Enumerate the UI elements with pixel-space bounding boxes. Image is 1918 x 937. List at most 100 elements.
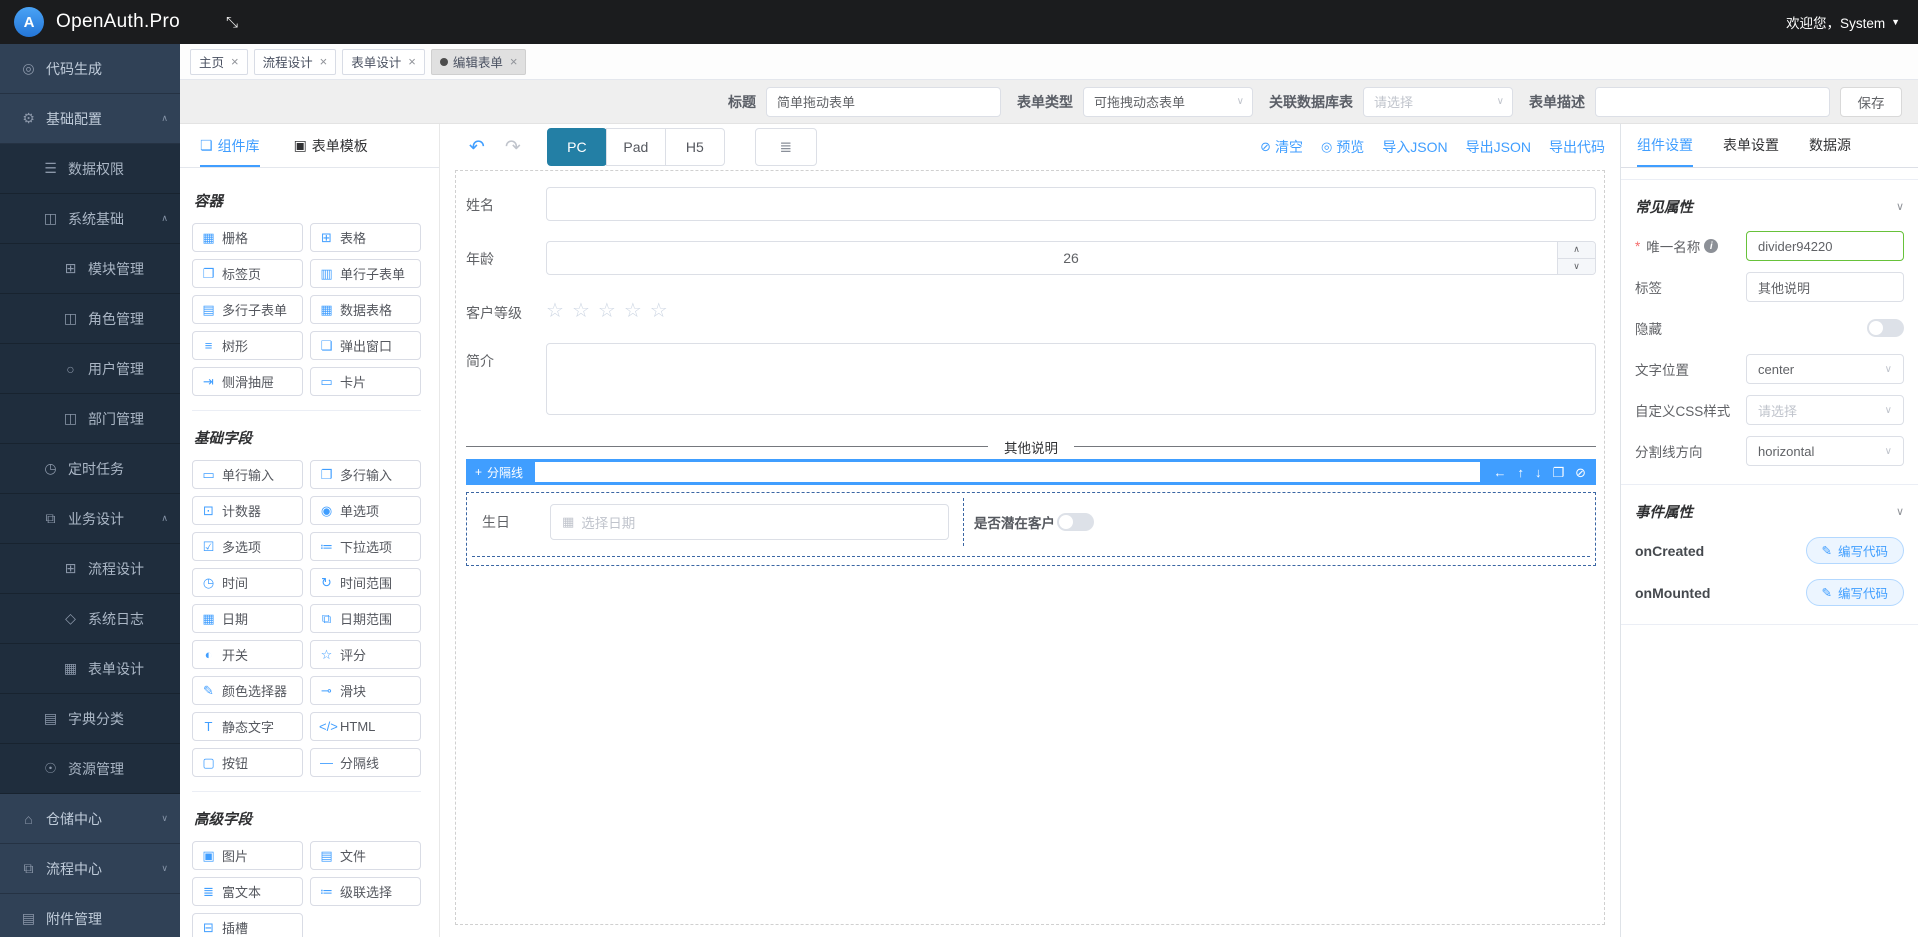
component-item-单选项[interactable]: ◉单选项 [310,496,421,525]
prop-input-唯一名称[interactable]: divider94220 [1746,231,1904,261]
sidebar-item-form-design[interactable]: ▦表单设计 [0,644,180,694]
field-row-name[interactable]: 姓名 [466,187,1596,221]
move-down-icon[interactable]: ↓ [1535,466,1542,479]
component-item-颜色选择器[interactable]: ✎颜色选择器 [192,676,303,705]
redo-icon[interactable]: ↷ [505,136,521,159]
action-preview[interactable]: ◎预览 [1321,137,1364,157]
age-number-input[interactable]: 26 ∧ ∨ [546,241,1596,275]
component-item-静态文字[interactable]: T静态文字 [192,712,303,741]
component-item-按钮[interactable]: ▢按钮 [192,748,303,777]
close-icon[interactable]: × [408,54,416,69]
outline-tree-button[interactable]: ≣ [755,128,817,166]
sidebar-item-resource-mgmt[interactable]: ☉资源管理 [0,744,180,794]
star-icon[interactable]: ☆ [598,301,616,321]
prop-input-标签[interactable]: 其他说明 [1746,272,1904,302]
component-item-时间范围[interactable]: ↻时间范围 [310,568,421,597]
chevron-down-icon[interactable]: ∨ [1896,200,1904,213]
prop-select-文字位置[interactable]: center∨ [1746,354,1904,384]
star-icon[interactable]: ☆ [624,301,642,321]
page-tab-编辑表单[interactable]: 编辑表单× [431,49,527,75]
close-icon[interactable]: × [510,54,518,69]
name-input[interactable] [546,187,1596,221]
sidebar-item-system-basic[interactable]: ◫系统基础∧ [0,194,180,244]
form-desc-input[interactable] [1595,87,1830,117]
component-item-多选项[interactable]: ☑多选项 [192,532,303,561]
sidebar-item-process-design[interactable]: ⊞流程设计 [0,544,180,594]
action-export-json[interactable]: 导出JSON [1466,137,1531,157]
component-item-时间[interactable]: ◷时间 [192,568,303,597]
prop-select-自定义CSS样式[interactable]: 请选择∨ [1746,395,1904,425]
sidebar-item-code-generation[interactable]: ◎代码生成 [0,44,180,94]
star-icon[interactable]: ☆ [546,301,564,321]
component-item-下拉选项[interactable]: ≔下拉选项 [310,532,421,561]
prop-select-分割线方向[interactable]: horizontal∨ [1746,436,1904,466]
sidebar-item-business-design[interactable]: ⧉业务设计∧ [0,494,180,544]
potential-customer-toggle[interactable] [1057,513,1094,531]
component-item-侧滑抽屉[interactable]: ⇥侧滑抽屉 [192,367,303,396]
field-row-rating[interactable]: 客户等级 ☆☆☆☆☆ [466,295,1596,323]
device-button-Pad[interactable]: Pad [606,128,666,166]
component-item-计数器[interactable]: ⊡计数器 [192,496,303,525]
form-title-input[interactable] [766,87,1001,117]
sidebar-item-attachment-mgmt[interactable]: ▤附件管理 [0,894,180,937]
save-button[interactable]: 保存 [1840,87,1902,117]
component-item-分隔线[interactable]: —分隔线 [310,748,421,777]
prop-switch-隐藏[interactable] [1867,319,1904,337]
page-tab-主页[interactable]: 主页× [190,49,248,75]
component-item-标签页[interactable]: ❐标签页 [192,259,303,288]
collapse-sidebar-icon[interactable]: ⤡ [226,14,238,31]
component-item-日期[interactable]: ▦日期 [192,604,303,633]
palette-tab-表单模板[interactable]: ▣表单模板 [294,124,368,167]
sidebar-item-dict-category[interactable]: ▤字典分类 [0,694,180,744]
delete-icon[interactable]: ⊘ [1575,466,1586,479]
undo-icon[interactable]: ↶ [469,136,485,159]
component-item-级联选择[interactable]: ≔级联选择 [310,877,421,906]
grid-row-selected[interactable]: 生日 ▦ 选择日期 是否潜在客户 [466,492,1596,566]
sidebar-item-dept-mgmt[interactable]: ◫部门管理 [0,394,180,444]
stepper-up-icon[interactable]: ∧ [1558,242,1595,259]
db-table-select[interactable]: 请选择 ∨ [1363,87,1513,117]
field-row-intro[interactable]: 简介 [466,343,1596,415]
drag-handle[interactable]: + 分隔线 [466,464,532,481]
sidebar-item-scheduled-tasks[interactable]: ◷定时任务 [0,444,180,494]
inspector-tab-数据源[interactable]: 数据源 [1809,124,1851,167]
intro-textarea[interactable] [546,343,1596,415]
component-item-多行子表单[interactable]: ▤多行子表单 [192,295,303,324]
action-import-json[interactable]: 导入JSON [1382,137,1447,157]
move-up-icon[interactable]: ↑ [1517,466,1524,479]
component-item-评分[interactable]: ☆评分 [310,640,421,669]
sidebar-item-module-mgmt[interactable]: ⊞模块管理 [0,244,180,294]
sidebar-item-warehouse-center[interactable]: ⌂仓储中心∨ [0,794,180,844]
device-button-PC[interactable]: PC [547,128,607,166]
grid-cell-potential[interactable]: 是否潜在客户 [964,498,1590,546]
grid-cell-birthday[interactable]: 生日 ▦ 选择日期 [472,498,964,546]
write-code-button-onMounted[interactable]: ✎编写代码 [1806,579,1905,606]
component-item-文件[interactable]: ▤文件 [310,841,421,870]
move-left-icon[interactable]: ← [1493,466,1506,479]
component-item-开关[interactable]: ◐开关 [192,640,303,669]
component-item-滑块[interactable]: ⊸滑块 [310,676,421,705]
page-tab-流程设计[interactable]: 流程设计× [254,49,337,75]
sidebar-item-role-mgmt[interactable]: ◫角色管理 [0,294,180,344]
sidebar-item-process-center[interactable]: ⧉流程中心∨ [0,844,180,894]
action-clear[interactable]: ⊘清空 [1260,137,1303,157]
component-item-图片[interactable]: ▣图片 [192,841,303,870]
component-item-数据表格[interactable]: ▦数据表格 [310,295,421,324]
user-menu[interactable]: 欢迎您，System ▼ [1786,12,1900,32]
field-row-age[interactable]: 年龄 26 ∧ ∨ [466,241,1596,275]
stepper-down-icon[interactable]: ∨ [1558,259,1595,275]
component-item-日期范围[interactable]: ⧉日期范围 [310,604,421,633]
close-icon[interactable]: × [320,54,328,69]
divider-component-selected[interactable]: 其他说明 + 分隔线 ←↑↓❐⊘ [466,435,1596,485]
component-item-单行输入[interactable]: ▭单行输入 [192,460,303,489]
page-tab-表单设计[interactable]: 表单设计× [342,49,425,75]
star-icon[interactable]: ☆ [572,301,590,321]
inspector-tab-表单设置[interactable]: 表单设置 [1723,124,1779,167]
component-item-单行子表单[interactable]: ▥单行子表单 [310,259,421,288]
star-icon[interactable]: ☆ [650,301,668,321]
close-icon[interactable]: × [231,54,239,69]
sidebar-item-user-mgmt[interactable]: ○用户管理 [0,344,180,394]
component-item-表格[interactable]: ⊞表格 [310,223,421,252]
action-export-code[interactable]: 导出代码 [1549,137,1605,157]
component-item-卡片[interactable]: ▭卡片 [310,367,421,396]
